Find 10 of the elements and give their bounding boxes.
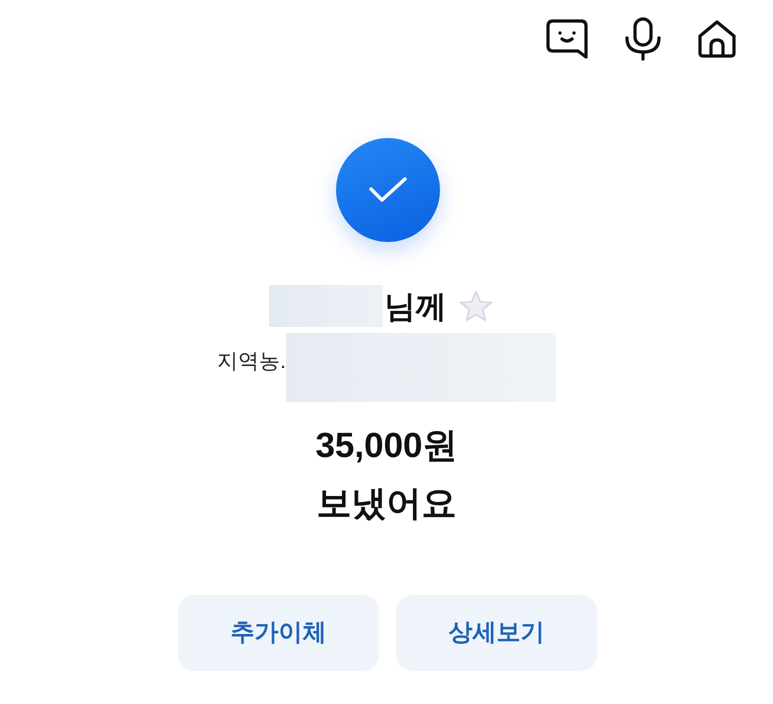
action-button[interactable]: 상세보기 bbox=[396, 595, 597, 671]
amount-text: 35,000원 bbox=[315, 425, 458, 467]
microphone-icon[interactable] bbox=[623, 17, 663, 61]
chat-smile-icon[interactable] bbox=[545, 18, 589, 60]
action-button[interactable]: 추가이체 bbox=[178, 595, 379, 671]
recipient-label: 님께 bbox=[384, 290, 446, 322]
status-message: 보냈어요 bbox=[316, 483, 456, 525]
home-icon[interactable] bbox=[697, 19, 737, 59]
star-icon[interactable] bbox=[458, 290, 492, 322]
bank-name: 지역농. bbox=[217, 350, 286, 372]
